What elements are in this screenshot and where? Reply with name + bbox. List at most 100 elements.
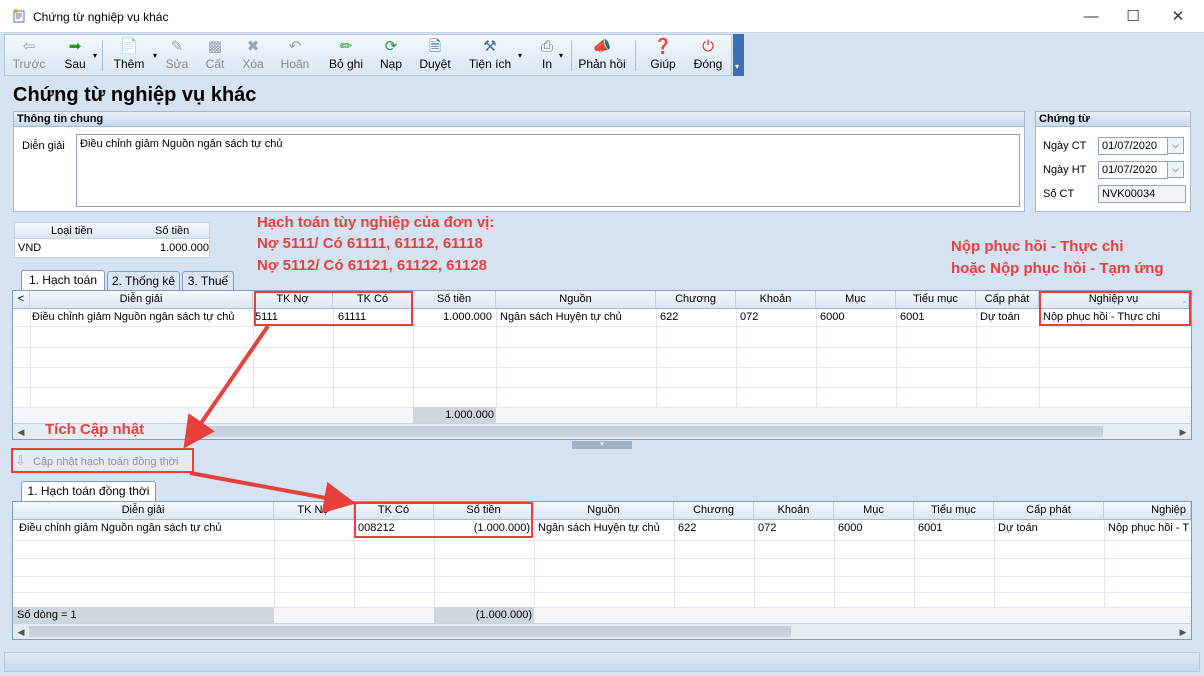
grid2-cell-allocation[interactable]: Dự toán <box>996 520 1104 536</box>
grid1-horizontal-scrollbar[interactable]: ◀ ▶ <box>13 423 1191 439</box>
annotation-business-line1: Nộp phục hồi - Thực chi <box>951 238 1124 255</box>
grid2-cell-source[interactable]: Ngân sách Huyện tự chủ <box>536 520 674 536</box>
grid2-total-amount: (1.000.000) <box>434 607 534 623</box>
chevron-down-icon[interactable]: ⌵ <box>1167 137 1184 154</box>
status-bar <box>4 652 1200 672</box>
window-title: Chứng từ nghiệp vụ khác <box>33 10 169 24</box>
general-info-title: Thông tin chung <box>14 112 1024 127</box>
annotation-accounting-line1: Nợ 5111/ Có 61111, 61112, 61118 <box>257 235 483 252</box>
grid1-cell-section[interactable]: 072 <box>738 309 816 325</box>
delete-icon: ✖ <box>246 38 260 55</box>
scrollbar-thumb[interactable] <box>29 626 791 637</box>
voucher-number-field[interactable]: NVK00034 <box>1098 185 1186 203</box>
currency-type-value[interactable]: VND <box>18 242 41 254</box>
grid1-cell-amount[interactable]: 1.000.000 <box>413 309 494 325</box>
minimize-icon[interactable]: — <box>1068 0 1114 33</box>
grid2-row-count: Số dòng = 1 <box>13 607 274 623</box>
date-ct-label: Ngày CT <box>1043 140 1087 152</box>
grid1-cell-item[interactable]: 6000 <box>818 309 896 325</box>
grid2-header-source: Nguồn <box>534 502 674 519</box>
table-row[interactable]: Điều chỉnh giảm Nguồn ngân sách tự chủ 5… <box>13 309 1191 326</box>
grid2-header-debit: TK Nợ <box>274 502 354 519</box>
page-title: Chứng từ nghiệp vụ khác <box>13 84 257 106</box>
arrow-to-concurrent <box>189 471 356 514</box>
annotation-accounting-line2: Nợ 5112/ Có 61121, 61122, 61128 <box>257 257 488 274</box>
highlight-business <box>1039 291 1191 326</box>
toolbar-button-help[interactable]: ❓ Giúp <box>645 37 681 75</box>
grid1-header-item: Mục <box>816 291 896 308</box>
toolbar-button-print[interactable]: ⎙ In ▾ <box>531 37 563 75</box>
grid1-cell-chapter[interactable]: 622 <box>658 309 736 325</box>
toolbar-button-edit[interactable]: ✎ Sửa <box>161 37 193 75</box>
grid2-cell-description[interactable]: Điều chỉnh giảm Nguồn ngân sách tự chủ <box>17 520 274 536</box>
tab-statistics[interactable]: 2. Thống kê <box>107 271 180 291</box>
currency-grid: Loại tiền Số tiền VND 1.000.000 <box>14 222 210 258</box>
forward-arrow-icon: ➡ <box>68 38 82 55</box>
tab-concurrent-accounting[interactable]: 1. Hạch toán đồng thời <box>21 481 156 502</box>
toolbar-button-add[interactable]: 📄 Thêm ▾ <box>109 37 157 75</box>
currency-type-header: Loại tiền <box>51 225 93 237</box>
scroll-left-icon[interactable]: ◀ <box>13 624 29 640</box>
toolbar-button-reload[interactable]: ⟳ Nạp <box>375 37 407 75</box>
update-concurrent-button[interactable]: ⇩ Cập nhật hạch toán đồng thời <box>15 452 190 470</box>
toolbar-button-utilities[interactable]: ⚒ Tiện ích ▾ <box>465 37 522 75</box>
toolbar-button-browse[interactable]: 🗎 Duyệt <box>415 37 455 75</box>
date-ct-field[interactable]: 01/07/2020 <box>1098 137 1168 155</box>
description-field[interactable]: Điều chỉnh giảm Nguồn ngân sách tự chủ <box>76 134 1020 207</box>
back-arrow-icon: ⇦ <box>22 38 36 55</box>
arrow-down-icon: ⇩ <box>15 453 26 468</box>
table-row[interactable]: Điều chỉnh giảm Nguồn ngân sách tự chủ 0… <box>13 520 1191 537</box>
scrollbar-thumb[interactable] <box>201 426 1103 437</box>
grid2-cell-section[interactable]: 072 <box>756 520 834 536</box>
add-document-icon: 📄 <box>119 38 139 55</box>
close-power-icon: ⏻ <box>702 38 714 55</box>
grid1-cell-subitem[interactable]: 6001 <box>898 309 976 325</box>
toolbar-separator <box>635 41 636 71</box>
scroll-right-icon[interactable]: ▶ <box>1175 424 1191 440</box>
grid2-cell-business[interactable]: Nộp phục hồi - T <box>1106 520 1191 536</box>
grid1-cell-description[interactable]: Điều chỉnh giảm Nguồn ngân sách tự chủ <box>30 309 253 325</box>
currency-amount-header: Số tiền <box>155 225 190 237</box>
grid1-total-amount: 1.000.000 <box>413 407 496 423</box>
undo-icon: ↶ <box>288 38 302 55</box>
description-label: Diễn giải <box>22 140 65 152</box>
scroll-right-icon[interactable]: ▶ <box>1175 624 1191 640</box>
toolbar-button-feedback[interactable]: 📣 Phản hồi <box>577 37 627 75</box>
scroll-left-icon[interactable]: ◀ <box>13 424 29 440</box>
accounting-grid: < Diễn giải TK Nợ TK Có Số tiền Nguồn Ch… <box>12 290 1192 440</box>
grid2-cell-debit[interactable] <box>274 520 354 536</box>
date-ht-label: Ngày HT <box>1043 164 1087 176</box>
grid1-header-chapter: Chương <box>656 291 736 308</box>
grid1-cell-allocation[interactable]: Dự toán <box>978 309 1039 325</box>
grid1-header-source: Nguồn <box>496 291 656 308</box>
toolbar-button-cancel[interactable]: ↶ Hoãn <box>275 37 315 75</box>
toolbar-button-delete[interactable]: ✖ Xóa <box>237 37 269 75</box>
tab-accounting[interactable]: 1. Hạch toán <box>21 270 105 291</box>
toolbar-button-prev[interactable]: ⇦ Trước <box>9 37 49 75</box>
unpost-pen-icon: ✏ <box>339 38 353 55</box>
splitter-handle[interactable]: ▾ <box>572 441 632 449</box>
grid2-cell-subitem[interactable]: 6001 <box>916 520 994 536</box>
currency-amount-value[interactable]: 1.000.000 <box>160 242 209 254</box>
close-icon[interactable]: ✕ <box>1155 0 1201 33</box>
grid2-cell-chapter[interactable]: 622 <box>676 520 754 536</box>
grid2-header-section: Khoản <box>754 502 834 519</box>
chevron-down-icon[interactable]: ⌵ <box>1167 161 1184 178</box>
toolbar-button-unpost[interactable]: ✏ Bỏ ghi <box>323 37 369 75</box>
toolbar-button-save[interactable]: ▩ Cất <box>199 37 231 75</box>
annotation-tick-update: Tích Cập nhật <box>45 421 145 438</box>
grid1-header-amount: Số tiền <box>413 291 496 308</box>
voucher-title: Chứng từ <box>1036 112 1190 127</box>
voucher-number-label: Số CT <box>1043 188 1075 200</box>
grid2-horizontal-scrollbar[interactable]: ◀ ▶ <box>13 623 1191 639</box>
date-ht-field[interactable]: 01/07/2020 <box>1098 161 1168 179</box>
toolbar-button-close[interactable]: ⏻ Đóng <box>689 37 727 75</box>
tab-tax[interactable]: 3. Thuế <box>182 271 234 291</box>
toolbar-overflow-button[interactable]: ▾ <box>733 34 744 76</box>
help-icon: ❓ <box>653 38 673 55</box>
grid2-cell-item[interactable]: 6000 <box>836 520 914 536</box>
toolbar-button-next[interactable]: ➡ Sau ▾ <box>55 37 97 75</box>
maximize-icon[interactable]: ☐ <box>1110 0 1156 33</box>
grid1-cell-source[interactable]: Ngân sách Huyện tự chủ <box>498 309 656 325</box>
grid2-header-description: Diễn giải <box>13 502 274 519</box>
